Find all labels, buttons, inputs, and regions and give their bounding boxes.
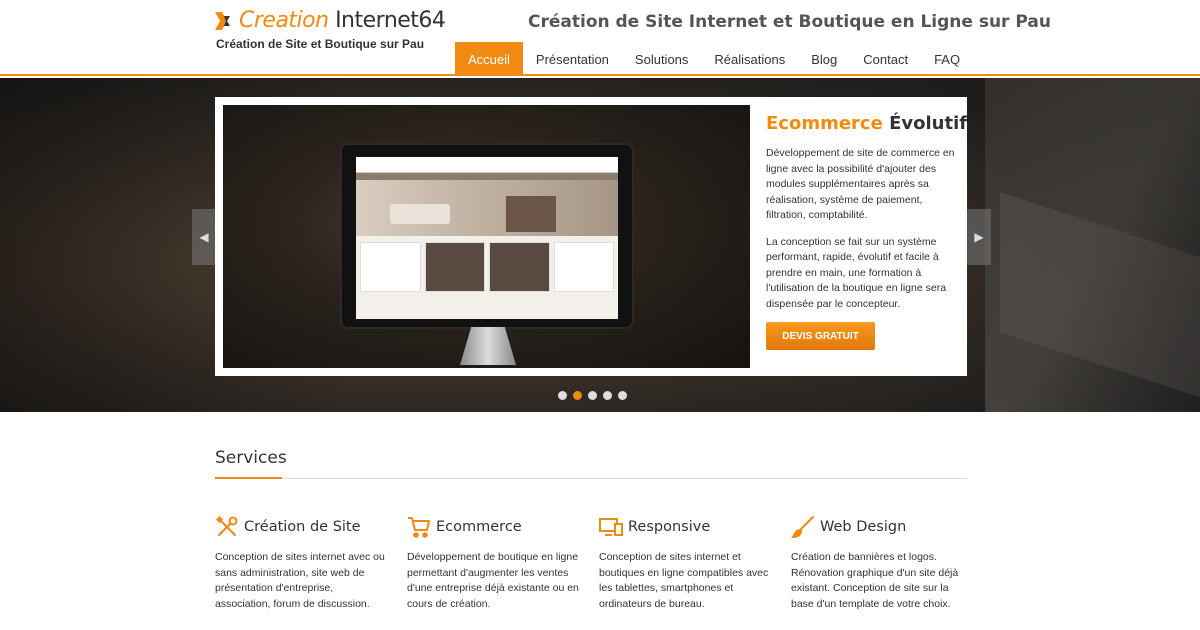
service-ecommerce: Ecommerce Développement de boutique en l… bbox=[407, 514, 579, 612]
nav-item-accueil[interactable]: Accueil bbox=[455, 42, 523, 76]
service-responsive: Responsive Conception de sites internet … bbox=[599, 514, 771, 612]
slide-text: Ecommerce Évolutif Développement de site… bbox=[766, 113, 967, 323]
slider-dots bbox=[558, 391, 627, 400]
slider-dot[interactable] bbox=[573, 391, 582, 400]
slide-image-monitor bbox=[223, 105, 750, 368]
nav-item-faq[interactable]: FAQ bbox=[921, 42, 973, 76]
chevron-right-icon: ▶ bbox=[974, 230, 984, 244]
slider-dot[interactable] bbox=[618, 391, 627, 400]
slide-title-accent: Ecommerce bbox=[766, 113, 883, 134]
logo-text: Creation Internet64 bbox=[239, 8, 446, 33]
nav-item-realisations[interactable]: Réalisations bbox=[701, 42, 798, 76]
slider-dot[interactable] bbox=[588, 391, 597, 400]
site-title: Création de Site Internet et Boutique en… bbox=[528, 12, 1051, 32]
slide-paragraph: Développement de site de commerce en lig… bbox=[766, 147, 955, 221]
services-divider-accent bbox=[215, 477, 282, 479]
logo-mark-icon bbox=[215, 12, 230, 30]
service-title: Web Design bbox=[820, 519, 907, 535]
site-header: Creation Internet64 Création de Site et … bbox=[0, 0, 1200, 76]
screen-sofa bbox=[390, 204, 450, 224]
slider-next-button[interactable]: ▶ bbox=[967, 209, 991, 265]
main-nav: Accueil Présentation Solutions Réalisati… bbox=[455, 42, 973, 76]
service-header: Ecommerce bbox=[407, 514, 579, 540]
logo-part2: Internet64 bbox=[328, 8, 446, 33]
screen-header bbox=[356, 157, 618, 173]
service-creation-de-site: Création de Site Conception de sites int… bbox=[215, 514, 387, 612]
service-title: Ecommerce bbox=[436, 519, 522, 535]
screen-sofa-dark bbox=[506, 196, 556, 232]
page: Creation Internet64 Création de Site et … bbox=[0, 0, 1200, 630]
slider-dot[interactable] bbox=[603, 391, 612, 400]
devis-gratuit-button[interactable]: DEVIS GRATUIT bbox=[766, 322, 875, 350]
nav-item-blog[interactable]: Blog bbox=[798, 42, 850, 76]
slide-card: Ecommerce Évolutif Développement de site… bbox=[215, 97, 967, 376]
monitor-screen bbox=[356, 157, 618, 319]
slide-title-rest: Évolutif bbox=[882, 113, 968, 134]
screen-nav bbox=[356, 173, 618, 180]
screen-product bbox=[424, 242, 485, 292]
service-description: Conception de sites internet et boutique… bbox=[599, 551, 769, 610]
logo[interactable]: Creation Internet64 bbox=[215, 6, 446, 36]
service-description: Création de bannières et logos. Rénovati… bbox=[791, 551, 959, 610]
slide-title: Ecommerce Évolutif bbox=[766, 113, 967, 134]
screen-product-grid bbox=[356, 236, 618, 298]
brush-icon bbox=[791, 516, 814, 539]
screen-product bbox=[489, 242, 550, 292]
monitor-stand bbox=[460, 327, 516, 365]
service-description: Développement de boutique en ligne perme… bbox=[407, 551, 579, 610]
services-divider bbox=[215, 478, 967, 479]
tagline: Création de Site et Boutique sur Pau bbox=[216, 37, 425, 51]
hero-slider: ◀ ▶ Ecommerce Évolutif Développement de … bbox=[0, 78, 1200, 412]
service-title: Responsive bbox=[628, 519, 711, 535]
service-header: Création de Site bbox=[215, 514, 387, 540]
slide-paragraph: La conception se fait sur un système per… bbox=[766, 235, 947, 310]
service-web-design: Web Design Création de bannières et logo… bbox=[791, 514, 963, 612]
cart-icon bbox=[408, 517, 430, 538]
screen-banner bbox=[356, 180, 618, 236]
nav-item-presentation[interactable]: Présentation bbox=[523, 42, 622, 76]
logo-part1: Creation bbox=[239, 8, 329, 33]
services-heading: Services bbox=[215, 448, 287, 468]
chevron-left-icon: ◀ bbox=[199, 230, 209, 244]
monitor-illustration bbox=[340, 143, 634, 329]
tools-icon bbox=[215, 515, 238, 536]
nav-item-contact[interactable]: Contact bbox=[850, 42, 921, 76]
service-title: Création de Site bbox=[244, 519, 361, 535]
slider-prev-button[interactable]: ◀ bbox=[192, 209, 216, 265]
service-header: Responsive bbox=[599, 514, 771, 540]
screen-product bbox=[553, 242, 614, 292]
screen-product bbox=[360, 242, 421, 292]
nav-item-solutions[interactable]: Solutions bbox=[622, 42, 701, 76]
service-description: Conception de sites internet avec ou san… bbox=[215, 551, 385, 610]
slider-dot[interactable] bbox=[558, 391, 567, 400]
devices-icon bbox=[599, 518, 623, 536]
service-header: Web Design bbox=[791, 514, 963, 540]
